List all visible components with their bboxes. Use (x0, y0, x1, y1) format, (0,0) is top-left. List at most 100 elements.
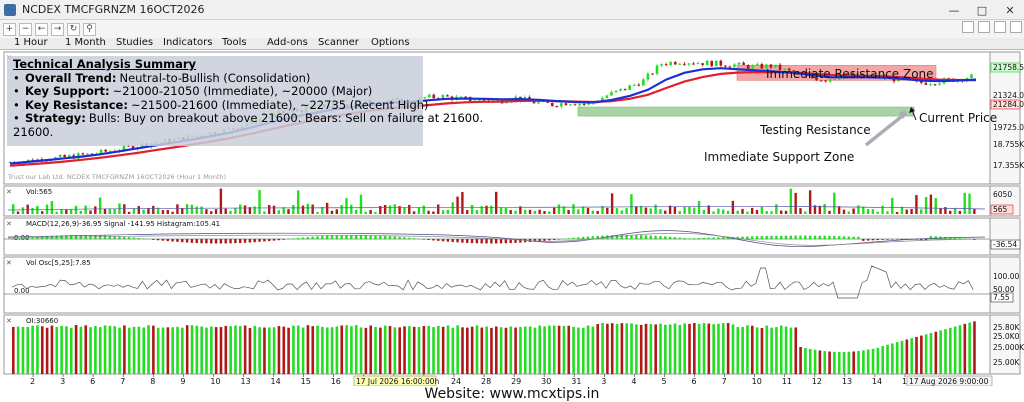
candle (692, 63, 695, 65)
macd-histogram-bar (871, 239, 875, 241)
oi-bar (639, 324, 643, 374)
volume-bar (760, 206, 764, 214)
maximize-icon[interactable]: □ (968, 0, 996, 20)
volume-bar (755, 210, 759, 214)
oi-bar (490, 327, 493, 374)
macd-histogram-bar (292, 238, 295, 240)
x-tick-label: 13 (240, 377, 250, 386)
price-axis-label: 21284.0 (993, 100, 1024, 109)
macd-histogram-bar (185, 239, 189, 243)
volume-bar (84, 205, 87, 214)
macd-histogram-bar (21, 238, 25, 240)
menu-indicators[interactable]: Indicators (163, 37, 212, 48)
menu-options[interactable]: Options (371, 37, 410, 48)
macd-histogram-bar (775, 235, 778, 240)
volume-bar (833, 192, 836, 214)
settings-icon[interactable] (962, 21, 974, 33)
macd-histogram-bar (263, 239, 266, 242)
volume-bar (451, 202, 454, 214)
oi-bar (74, 325, 78, 374)
macd-histogram-bar (437, 239, 440, 241)
footer-website[interactable]: Website: www.mcxtips.in (0, 386, 1024, 402)
price-axis-label: 21324.0 (993, 91, 1024, 100)
volume-bar (586, 207, 590, 214)
remove-icon[interactable]: − (19, 22, 32, 36)
volume-bar (205, 209, 208, 214)
candle (569, 104, 572, 106)
macd-histogram-bar (895, 239, 899, 240)
volume-bar (364, 211, 367, 214)
back-icon[interactable]: ← (35, 22, 48, 36)
x-tick-label: 3 (601, 377, 606, 386)
candle (673, 62, 677, 65)
volume-bar (490, 205, 493, 214)
menu-1-hour[interactable]: 1 Hour (14, 37, 48, 48)
volume-bar (770, 211, 773, 214)
oi-bar (644, 323, 648, 374)
macd-histogram-bar (446, 239, 450, 242)
forward-icon[interactable]: → (51, 22, 64, 36)
menu-add-ons[interactable]: Add-ons (267, 37, 308, 48)
oi-bar (147, 325, 150, 374)
macd-histogram-bar (330, 235, 334, 240)
volume-bar (678, 211, 681, 214)
macd-histogram-bar (282, 239, 285, 240)
candle (642, 79, 645, 86)
volume-bar (113, 208, 116, 214)
volume-bar (306, 203, 310, 214)
volume-bar (16, 211, 20, 214)
close-panel-icon[interactable] (1010, 21, 1022, 33)
window-title: NCDEX TMCFGRNZM 16OCT2026 (22, 3, 205, 16)
volume-bar (31, 207, 34, 214)
volume-bar (142, 209, 145, 214)
summary-key: Key Support: (25, 84, 110, 98)
oi-bar (118, 327, 121, 374)
volume-bar (968, 193, 971, 214)
zoom-icon[interactable]: ⚲ (83, 22, 96, 36)
macd-histogram-bar (89, 235, 92, 240)
candle (742, 62, 745, 65)
oi-bar (55, 326, 59, 374)
candle (632, 84, 636, 86)
oi-bar (36, 325, 39, 374)
list-icon[interactable] (978, 21, 990, 33)
macd-histogram-bar (340, 235, 343, 240)
minimize-icon[interactable]: — (940, 0, 968, 20)
macd-histogram-bar (306, 237, 310, 240)
macd-histogram-bar (755, 236, 759, 240)
volume-bar (412, 211, 416, 214)
menu-tools[interactable]: Tools (222, 37, 247, 48)
oi-bar (562, 325, 566, 374)
macd-histogram-bar (461, 239, 464, 243)
candle (710, 60, 714, 67)
macd-histogram-bar (456, 239, 459, 243)
macd-histogram-bar (239, 239, 242, 243)
menu-1-month[interactable]: 1 Month (65, 37, 106, 48)
volume-bar (697, 200, 701, 214)
oi-bar (828, 351, 831, 374)
oi-bar (127, 327, 131, 374)
oi-bar (538, 325, 542, 374)
menu-studies[interactable]: Studies (116, 37, 153, 48)
candle (537, 102, 540, 104)
title-bar: NCDEX TMCFGRNZM 16OCT2026 — □ ✕ (0, 0, 1024, 20)
add-icon[interactable]: + (3, 22, 16, 36)
grid-icon[interactable] (994, 21, 1006, 33)
volume-bar (552, 207, 556, 214)
volume-bar (533, 210, 537, 214)
candle (701, 63, 704, 65)
oi-bar (364, 327, 368, 374)
volume-bar (866, 209, 870, 214)
menu-scanner[interactable]: Scanner (318, 37, 359, 48)
candle (664, 64, 668, 66)
volume-bar (21, 207, 25, 214)
volume-bar (181, 208, 184, 214)
price-axis-label: 17.355K (993, 161, 1024, 170)
close-icon[interactable]: ✕ (996, 0, 1024, 20)
volume-bar (881, 205, 884, 214)
candle (683, 63, 686, 65)
oi-bar (673, 323, 677, 374)
macd-histogram-bar (94, 235, 97, 240)
refresh-icon[interactable]: ↻ (67, 22, 80, 36)
oi-bar (350, 326, 353, 374)
